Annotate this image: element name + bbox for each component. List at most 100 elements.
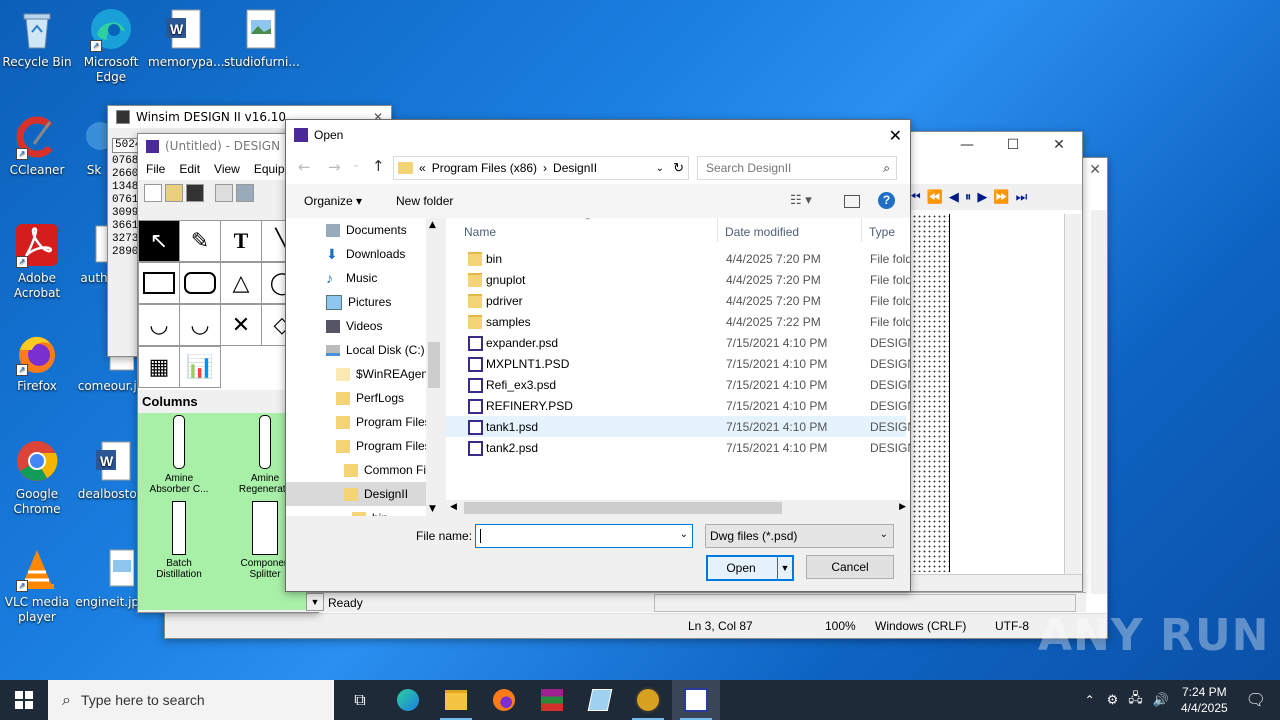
notepad-close-icon[interactable]: ✕ xyxy=(1089,162,1101,178)
file-type-select[interactable]: Dwg files (*.psd) ⌄ xyxy=(705,524,894,548)
file-row[interactable]: REFINERY.PSD 7/15/2021 4:10 PM DESIGN xyxy=(446,395,910,416)
file-row[interactable]: bin 4/4/2025 7:20 PM File fold xyxy=(446,248,910,269)
open-button[interactable]: Open ▼ xyxy=(706,555,794,581)
breadcrumb-designii[interactable]: DesignII xyxy=(553,161,597,175)
tray-app-icon[interactable]: ⚙ xyxy=(1107,692,1119,708)
taskbar-winsim[interactable] xyxy=(624,680,672,720)
nav-winreagent[interactable]: $WinREAgent xyxy=(286,362,431,386)
file-row[interactable]: samples 4/4/2025 7:22 PM File fold xyxy=(446,311,910,332)
scroll-down-icon[interactable]: ▼ xyxy=(429,504,436,514)
file-row[interactable]: tank1.psd 7/15/2021 4:10 PM DESIGN xyxy=(446,416,910,437)
desktop-icon-vlc[interactable]: ↗ VLC media player xyxy=(0,546,74,625)
desktop-icon-ccleaner[interactable]: ↗ CCleaner xyxy=(0,114,74,178)
search-box[interactable]: Search DesignII ⌕ xyxy=(697,156,897,180)
save-icon[interactable] xyxy=(186,184,204,202)
notepad-scrollbar[interactable] xyxy=(1091,210,1107,594)
desktop-icon-firefox[interactable]: ↗ Firefox xyxy=(0,330,74,394)
file-row[interactable]: pdriver 4/4/2025 7:20 PM File fold xyxy=(446,290,910,311)
fast-back-icon[interactable]: ⏪ xyxy=(927,190,943,205)
address-bar[interactable]: « Program Files (x86) › DesignII ⌄ ↻ xyxy=(393,156,689,180)
curve-tool[interactable]: ◡ xyxy=(179,304,221,346)
file-row[interactable]: Refi_ex3.psd 7/15/2021 4:10 PM DESIGN xyxy=(446,374,910,395)
batch-distillation-item[interactable]: Batch Distillation xyxy=(144,501,214,580)
desktop-icon-memorypa[interactable]: W memorypa... xyxy=(148,6,225,70)
forward-arrow-icon[interactable]: → xyxy=(328,158,341,176)
step-back-icon[interactable]: ◀ xyxy=(949,190,959,205)
file-row[interactable]: MXPLNT1.PSD 7/15/2021 4:10 PM DESIGN xyxy=(446,353,910,374)
menu-edit[interactable]: Edit xyxy=(179,162,200,176)
file-row[interactable]: gnuplot 4/4/2025 7:20 PM File fold xyxy=(446,269,910,290)
taskbar-winrar[interactable] xyxy=(528,680,576,720)
open-dropdown-icon[interactable]: ▼ xyxy=(777,557,792,579)
maximize-icon[interactable]: ☐ xyxy=(990,132,1036,158)
nav-perflogs[interactable]: PerfLogs xyxy=(286,386,404,410)
rounded-rect-tool[interactable] xyxy=(179,262,221,304)
up-arrow-icon[interactable]: ↑ xyxy=(372,157,385,175)
column-name[interactable]: Name xyxy=(464,225,496,239)
scroll-left-icon[interactable]: ◀ xyxy=(450,502,457,512)
menu-view[interactable]: View xyxy=(214,162,240,176)
nav-common-files[interactable]: Common Fi xyxy=(286,458,426,482)
notifications-icon[interactable]: 🗨 xyxy=(1246,690,1266,710)
nav-program-files[interactable]: Program Files xyxy=(286,410,431,434)
close-icon[interactable]: ✕ xyxy=(1036,132,1082,158)
search-input[interactable]: Search DesignII xyxy=(706,161,791,175)
back-arrow-icon[interactable]: ← xyxy=(298,158,311,176)
view-options-icon[interactable]: ☷ ▾ xyxy=(790,192,812,208)
horizontal-scrollbar[interactable]: ◀ ▶ xyxy=(446,500,910,516)
nav-downloads[interactable]: ⬇ Downloads xyxy=(286,242,405,266)
zoom-icon[interactable] xyxy=(236,184,254,202)
flowsheet-canvas[interactable] xyxy=(907,214,950,572)
refresh-icon[interactable]: ↻ xyxy=(673,160,684,176)
taskbar-edge[interactable] xyxy=(384,680,432,720)
network-icon[interactable]: 🖧 xyxy=(1128,689,1143,711)
new-file-icon[interactable] xyxy=(144,184,162,202)
scroll-down-arrow-icon[interactable]: ▼ xyxy=(306,593,324,611)
triangle-tool[interactable]: △ xyxy=(220,262,262,304)
arc-tool[interactable]: ◡ xyxy=(138,304,180,346)
taskbar-file-explorer[interactable] xyxy=(432,680,480,720)
scroll-thumb[interactable] xyxy=(428,342,440,388)
file-name-combobox[interactable]: ⌄ xyxy=(475,524,693,548)
scroll-thumb[interactable] xyxy=(464,502,782,514)
clock[interactable]: 7:24 PM 4/4/2025 xyxy=(1181,684,1228,716)
play-icon[interactable]: ▶ xyxy=(977,190,987,205)
table-tool[interactable]: ▦ xyxy=(138,346,180,388)
taskbar-search[interactable]: ⌕ Type here to search xyxy=(48,680,334,720)
start-button[interactable] xyxy=(0,680,48,720)
nav-designii[interactable]: DesignII xyxy=(286,482,442,506)
nav-bin[interactable]: bin xyxy=(286,506,388,516)
file-row[interactable]: expander.psd 7/15/2021 4:10 PM DESIGN xyxy=(446,332,910,353)
amine-absorber-item[interactable]: Amine Absorber C... xyxy=(144,415,214,495)
text-tool[interactable]: T xyxy=(220,220,262,262)
delete-tool[interactable]: ✕ xyxy=(220,304,262,346)
close-icon[interactable]: ✕ xyxy=(889,126,902,145)
minimize-icon[interactable]: — xyxy=(944,132,990,158)
nav-videos[interactable]: Videos xyxy=(286,314,382,338)
breadcrumb-program-files[interactable]: Program Files (x86) xyxy=(432,161,537,175)
tray-overflow-chevron-icon[interactable]: ⌃ xyxy=(1085,693,1095,707)
column-type[interactable]: Type xyxy=(869,225,895,239)
desktop-icon-recycle-bin[interactable]: Recycle Bin xyxy=(0,6,74,70)
cancel-button[interactable]: Cancel xyxy=(806,555,894,579)
menu-file[interactable]: File xyxy=(146,162,165,176)
volume-icon[interactable]: 🔊 xyxy=(1153,692,1169,708)
file-row[interactable]: tank2.psd 7/15/2021 4:10 PM DESIGN xyxy=(446,437,910,458)
nav-program-files-x86[interactable]: Program Files xyxy=(286,434,431,458)
address-dropdown-icon[interactable]: ⌄ xyxy=(656,163,664,174)
nav-documents[interactable]: Documents xyxy=(286,218,407,242)
desktop-icon-edge[interactable]: ↗ Microsoft Edge xyxy=(74,6,148,85)
nav-scrollbar[interactable]: ▲ ▼ xyxy=(426,218,442,516)
help-icon[interactable]: ? xyxy=(878,192,895,209)
new-folder-button[interactable]: New folder xyxy=(396,194,453,208)
breadcrumb-overflow[interactable]: « xyxy=(419,161,426,175)
taskbar-designii[interactable] xyxy=(672,680,720,720)
nav-pictures[interactable]: Pictures xyxy=(286,290,391,314)
fast-forward-icon[interactable]: ⏩ xyxy=(993,190,1009,205)
nav-music[interactable]: ♪ Music xyxy=(286,266,377,290)
taskbar-search-input[interactable]: Type here to search xyxy=(81,692,205,708)
chart-tool[interactable]: 📊 xyxy=(179,346,221,388)
column-date[interactable]: Date modified xyxy=(725,225,799,239)
organize-button[interactable]: Organize ▾ xyxy=(304,194,362,208)
flowsheet-vscroll[interactable] xyxy=(1064,214,1081,574)
